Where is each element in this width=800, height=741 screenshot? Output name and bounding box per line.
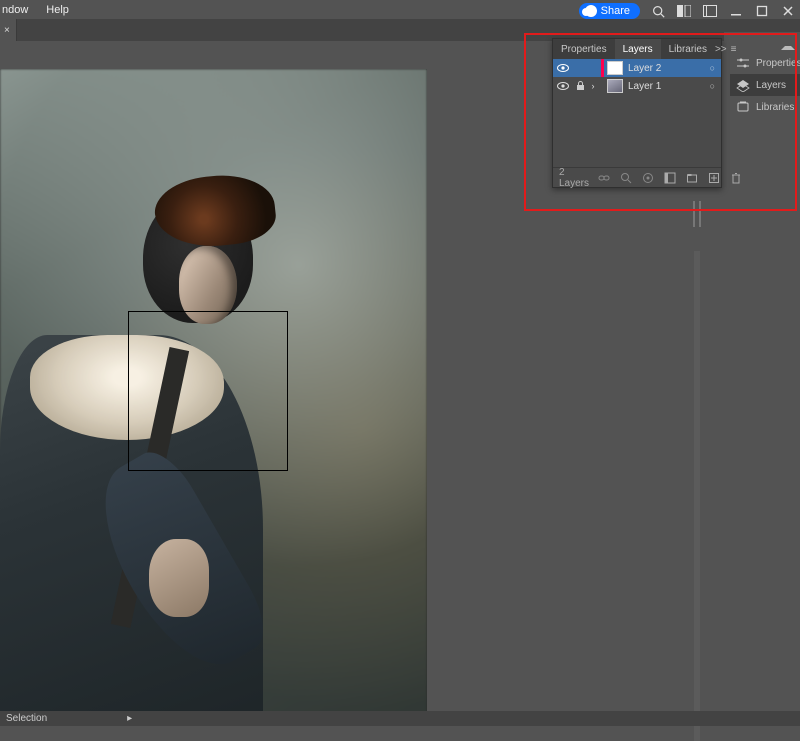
new-layer-icon[interactable] bbox=[707, 171, 721, 185]
visibility-toggle-icon[interactable] bbox=[553, 81, 573, 91]
dock-item-properties[interactable]: Properties bbox=[730, 52, 800, 74]
workspace-toggle-icon[interactable] bbox=[676, 5, 692, 17]
maximize-icon[interactable] bbox=[754, 5, 770, 17]
trash-icon[interactable] bbox=[729, 171, 743, 185]
link-layers-icon[interactable] bbox=[597, 171, 611, 185]
panel-divider[interactable] bbox=[694, 251, 700, 741]
status-bar: Selection ▸ bbox=[0, 711, 800, 726]
status-expand-icon[interactable]: ▸ bbox=[127, 713, 132, 724]
layer-name[interactable]: Layer 1 bbox=[628, 81, 661, 92]
panel-more-icon[interactable]: >> bbox=[715, 44, 727, 55]
layer-row[interactable]: Layer 2 ○ bbox=[553, 59, 721, 77]
window-controls: Share bbox=[579, 3, 796, 19]
search-icon[interactable] bbox=[650, 5, 666, 17]
minimize-icon[interactable] bbox=[728, 5, 744, 17]
search-layers-icon[interactable] bbox=[619, 171, 633, 185]
layers-icon bbox=[736, 78, 750, 92]
panel-footer: 2 Layers bbox=[553, 167, 721, 187]
layer-thumbnail[interactable] bbox=[607, 61, 623, 75]
layer-count-label: 2 Layers bbox=[559, 167, 589, 189]
dock-item-libraries[interactable]: Libraries bbox=[730, 96, 800, 118]
dock-item-label: Properties bbox=[756, 58, 800, 69]
share-label: Share bbox=[601, 5, 630, 17]
layer-thumbnail[interactable] bbox=[607, 79, 623, 93]
share-button[interactable]: Share bbox=[579, 3, 640, 19]
document-tab[interactable]: × bbox=[0, 19, 17, 41]
selection-marquee[interactable] bbox=[128, 311, 288, 471]
fx-icon[interactable] bbox=[641, 171, 655, 185]
menu-window[interactable]: ndow bbox=[2, 4, 28, 16]
dock-item-label: Libraries bbox=[756, 102, 794, 113]
panel-resize-handle[interactable] bbox=[693, 201, 701, 227]
layer-color-accent bbox=[601, 59, 604, 77]
visibility-toggle-icon[interactable] bbox=[553, 63, 573, 73]
mask-icon[interactable] bbox=[663, 171, 677, 185]
panel-tab-layers[interactable]: Layers bbox=[615, 39, 661, 59]
panel-menu-icon[interactable]: ≡ bbox=[731, 44, 737, 55]
status-mode[interactable]: Selection bbox=[6, 713, 47, 724]
new-folder-icon[interactable] bbox=[685, 171, 699, 185]
dock-item-layers[interactable]: Layers bbox=[730, 74, 800, 96]
sliders-icon bbox=[736, 56, 750, 70]
close-tab-icon[interactable]: × bbox=[4, 25, 10, 36]
layers-empty-area[interactable] bbox=[553, 95, 721, 167]
layer-name[interactable]: Layer 2 bbox=[628, 63, 661, 74]
dock-item-label: Layers bbox=[756, 80, 786, 91]
right-dock: Properties Layers Libraries bbox=[724, 32, 800, 711]
panel-tab-properties[interactable]: Properties bbox=[553, 39, 615, 59]
layers-panel: Properties Layers Libraries >> ≡ Layer 2… bbox=[552, 38, 722, 188]
libraries-icon bbox=[736, 100, 750, 114]
lock-icon[interactable] bbox=[573, 81, 587, 91]
layers-list: Layer 2 ○ › Layer 1 ○ bbox=[553, 59, 721, 95]
menu-help[interactable]: Help bbox=[46, 4, 69, 16]
panel-tab-libraries[interactable]: Libraries bbox=[661, 39, 715, 59]
document-canvas[interactable] bbox=[0, 69, 427, 723]
layer-options-icon[interactable]: ○ bbox=[710, 81, 721, 91]
expand-toggle-icon[interactable]: › bbox=[587, 81, 599, 91]
cloud-icon bbox=[585, 5, 597, 17]
panel-tabs: Properties Layers Libraries >> ≡ bbox=[553, 39, 721, 59]
close-icon[interactable] bbox=[780, 5, 796, 17]
layer-options-icon[interactable]: ○ bbox=[710, 63, 721, 73]
frame-mode-icon[interactable] bbox=[702, 5, 718, 17]
layer-row[interactable]: › Layer 1 ○ bbox=[553, 77, 721, 95]
